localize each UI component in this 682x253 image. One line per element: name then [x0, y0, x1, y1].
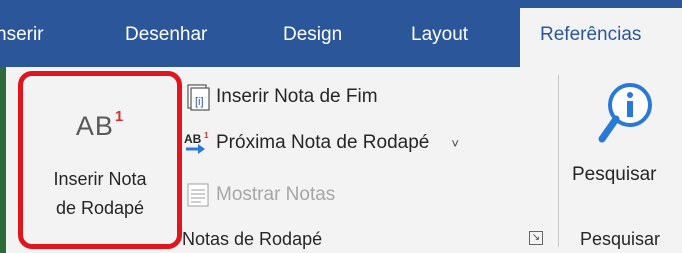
dialog-launcher-icon[interactable]: ↘	[529, 231, 543, 245]
ribbon-body: AB1 Inserir Nota de Rodapé [i] Inserir N…	[0, 67, 682, 253]
tab-layout[interactable]: Layout	[411, 24, 468, 46]
info-search-icon	[596, 79, 656, 156]
insert-footnote-label: Inserir Nota de Rodapé	[53, 169, 147, 218]
insert-endnote-button[interactable]: [i] Inserir Nota de Fim	[182, 81, 378, 113]
insert-endnote-icon: [i]	[182, 83, 212, 111]
svg-text:AB: AB	[184, 132, 202, 146]
svg-text:1: 1	[204, 131, 209, 140]
chevron-down-icon[interactable]: ˅	[451, 136, 459, 151]
tab-inserir[interactable]: nserir	[0, 24, 44, 46]
tab-desenhar[interactable]: Desenhar	[125, 24, 207, 46]
svg-text:[i]: [i]	[195, 96, 204, 108]
tab-referencias[interactable]: Referências	[520, 8, 682, 67]
group-separator	[558, 75, 559, 247]
show-notes-button[interactable]: Mostrar Notas	[182, 179, 335, 211]
show-notes-icon	[182, 181, 212, 209]
group-label-footnotes: Notas de Rodapé	[182, 229, 323, 249]
insert-footnote-button[interactable]: AB1 Inserir Nota de Rodapé	[18, 71, 182, 249]
group-label-search: Pesquisar	[580, 229, 661, 249]
search-button[interactable]: Pesquisar	[572, 69, 682, 219]
tab-design[interactable]: Design	[283, 24, 342, 46]
footnote-ab-icon: AB1	[75, 108, 125, 141]
search-button-label: Pesquisar	[572, 164, 657, 185]
next-footnote-button[interactable]: AB 1 Próxima Nota de Rodapé ˅	[182, 127, 459, 159]
next-footnote-icon: AB 1	[182, 129, 212, 157]
ribbon-tab-bar: nserir Desenhar Design Layout Referência…	[0, 0, 682, 67]
